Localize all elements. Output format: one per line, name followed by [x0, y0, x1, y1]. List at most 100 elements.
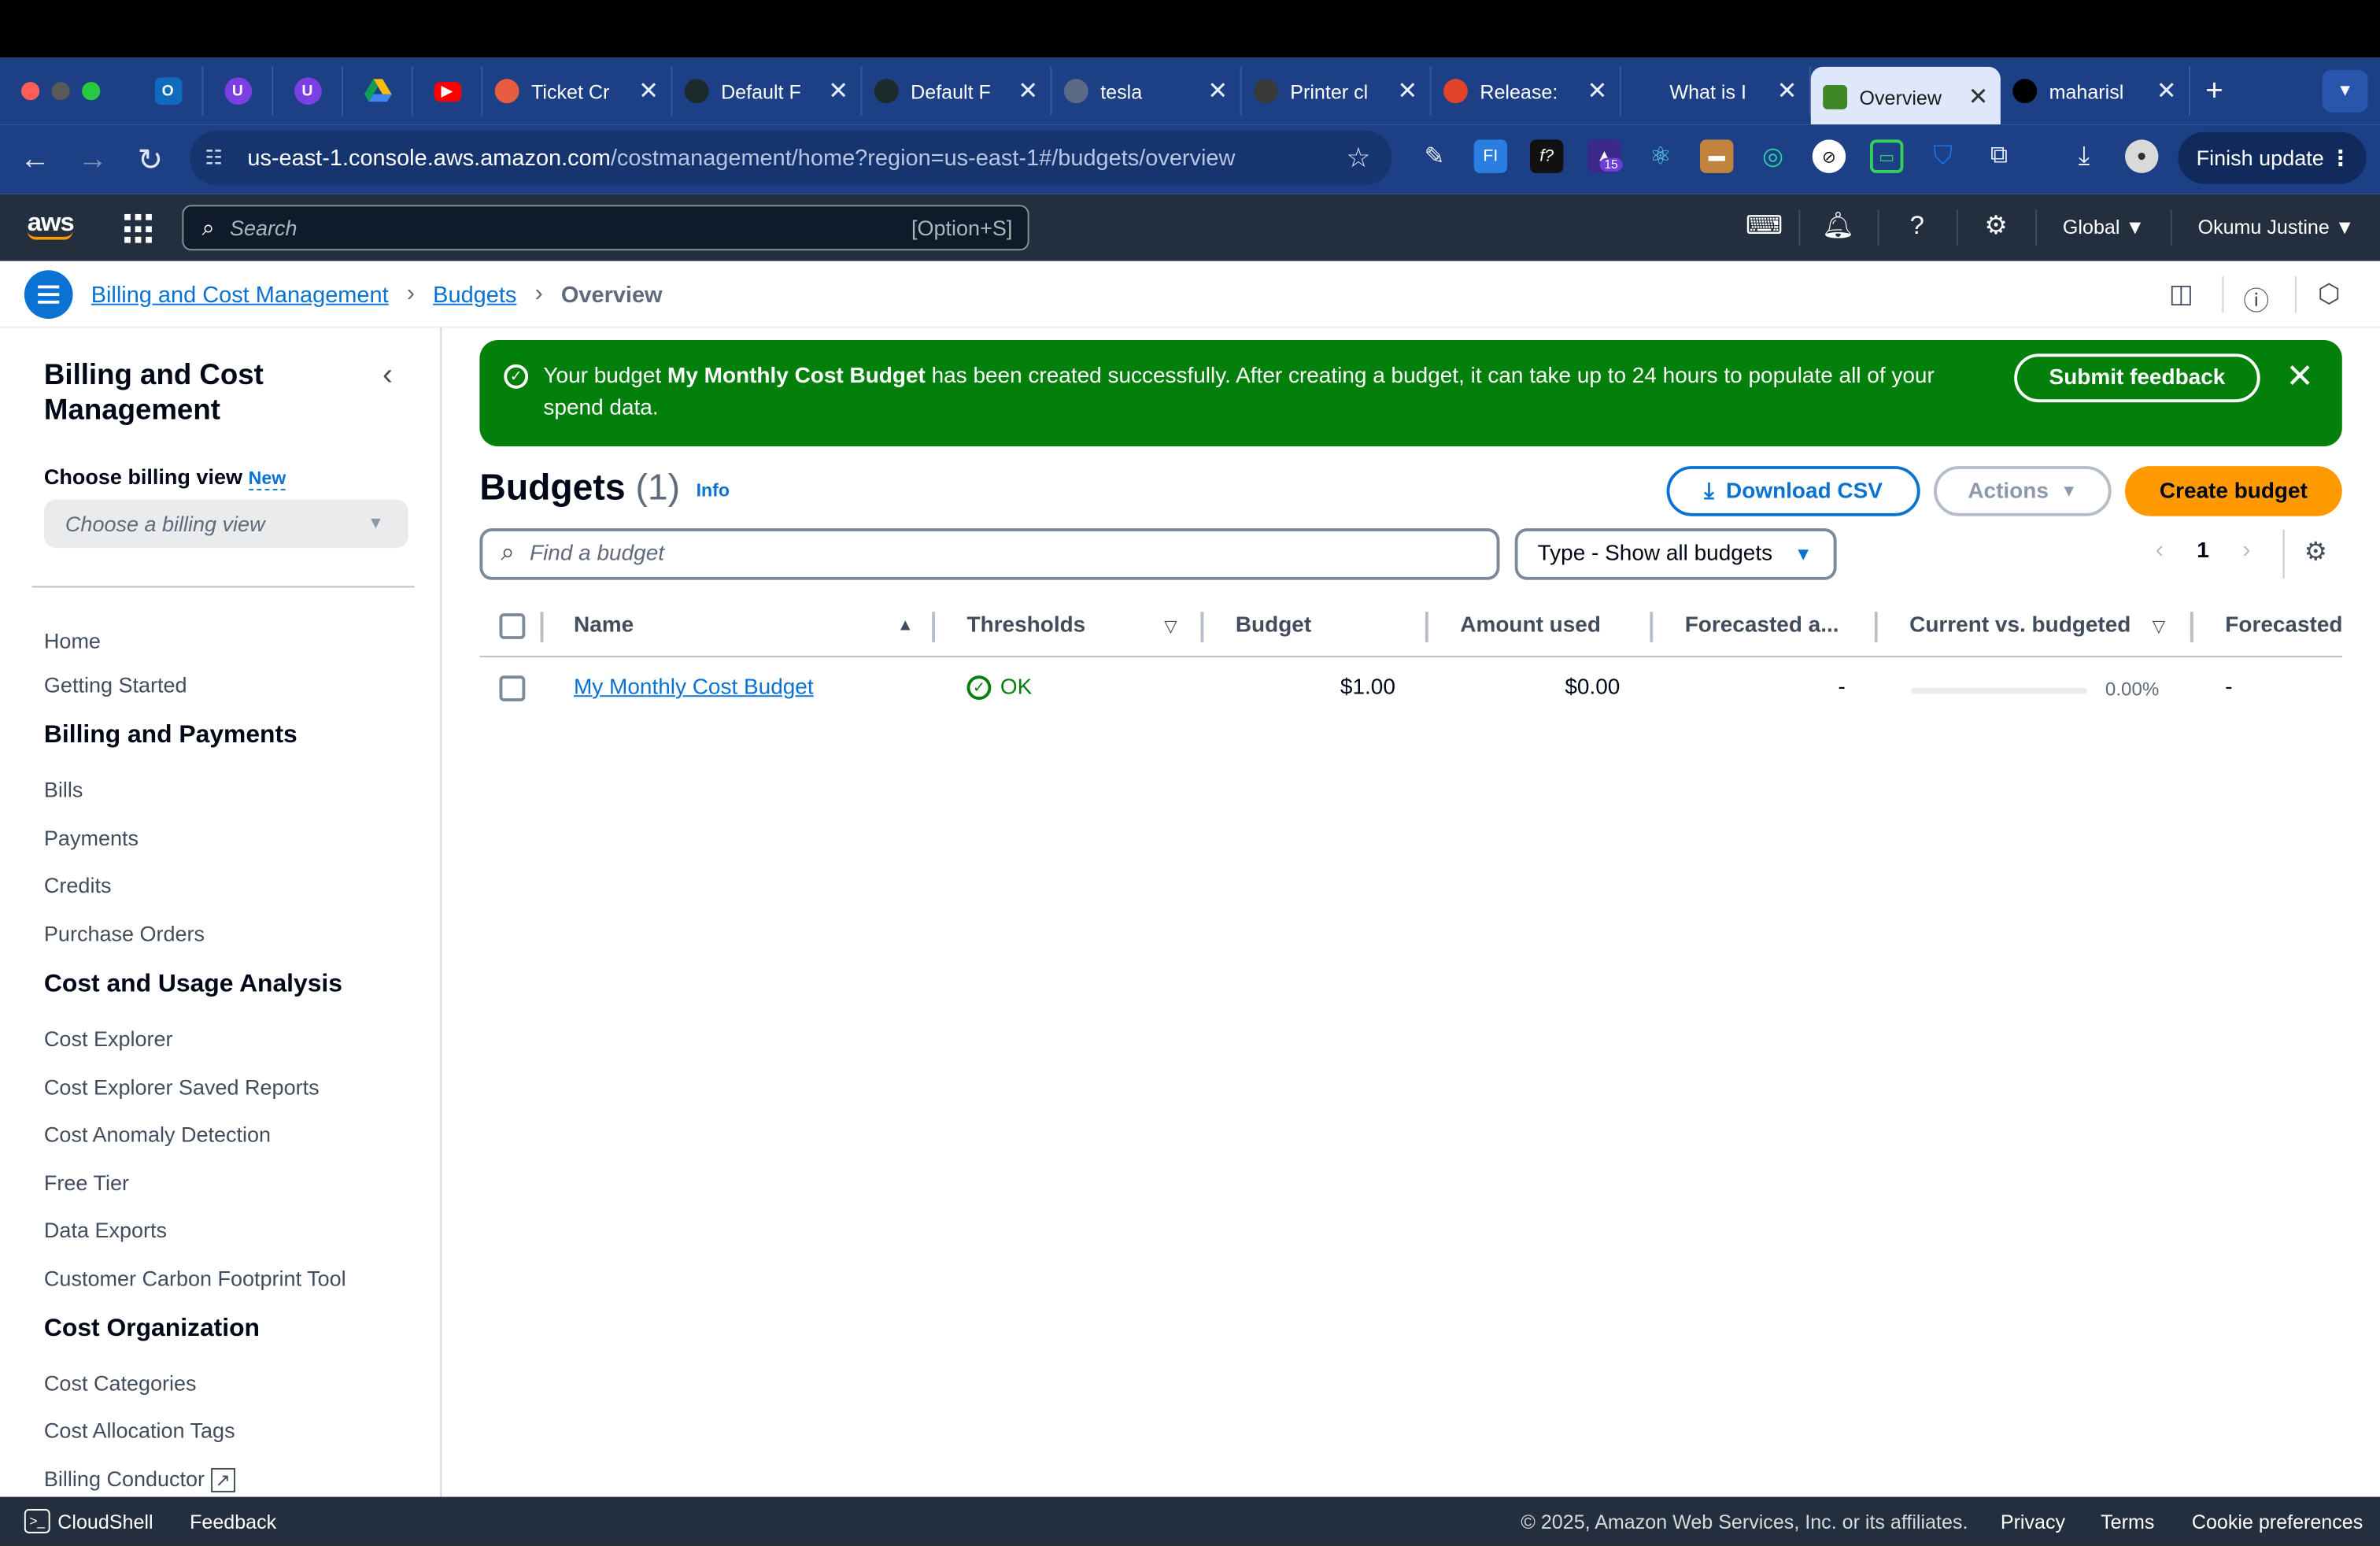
close-icon[interactable]: ✕ [2286, 357, 2314, 396]
previous-page-icon[interactable]: ‹ [2156, 538, 2164, 565]
browser-tab-active[interactable]: Overview ✕ [1810, 66, 2001, 128]
info-panel-icon[interactable]: ⓘ [2243, 279, 2269, 317]
extension-formula-icon[interactable]: f? [1529, 139, 1564, 173]
minimize-window-button[interactable] [51, 82, 70, 101]
sidebar-item-billing-conductor[interactable]: Billing Conductor ↗ [44, 1466, 235, 1492]
close-tab-icon[interactable]: ✕ [1397, 76, 1417, 106]
site-settings-icon[interactable]: ☷ [205, 146, 235, 170]
breadcrumb-budgets[interactable]: Budgets [433, 282, 516, 308]
column-amount-used[interactable]: Amount used [1460, 613, 1601, 638]
sidebar-item-cost-explorer[interactable]: Cost Explorer [44, 1026, 173, 1051]
column-forecasted[interactable]: Forecasted [2225, 613, 2342, 638]
close-tab-icon[interactable]: ✕ [1207, 76, 1228, 106]
close-window-button[interactable] [20, 82, 40, 101]
sidebar-item-cost-categories[interactable]: Cost Categories [44, 1370, 197, 1395]
browser-tab[interactable]: maharisl ✕ [2001, 66, 2190, 116]
account-menu[interactable]: Okumu Justine ▼ [2198, 216, 2355, 239]
close-tab-icon[interactable]: ✕ [2156, 76, 2177, 106]
close-tab-icon[interactable]: ✕ [1018, 76, 1038, 106]
sort-icon[interactable]: ▽ [2153, 616, 2165, 636]
column-forecasted-amount[interactable]: Forecasted a... [1685, 613, 1839, 638]
pinned-tab-outlook[interactable]: O [134, 66, 204, 116]
browser-tab[interactable]: Default F ✕ [672, 66, 863, 116]
new-tab-button[interactable]: + [2205, 74, 2223, 109]
profile-avatar[interactable]: ● [2124, 139, 2159, 173]
aws-search-input[interactable]: ⌕ Search [Option+S] [182, 205, 1029, 251]
sidebar-item-allocation-tags[interactable]: Cost Allocation Tags [44, 1418, 235, 1442]
sidebar-item-getting-started[interactable]: Getting Started [44, 672, 187, 697]
browser-tab[interactable]: Release: ✕ [1432, 66, 1621, 116]
browser-menu-icon[interactable]: ⋮ [2330, 145, 2351, 171]
extension-lock-icon[interactable]: ⊘ [1812, 139, 1846, 173]
close-tab-icon[interactable]: ✕ [638, 76, 659, 106]
sidebar-item-carbon-footprint[interactable]: Customer Carbon Footprint Tool [44, 1266, 346, 1290]
terms-link[interactable]: Terms [2101, 1511, 2154, 1533]
sidebar-item-home[interactable]: Home [44, 628, 101, 653]
find-budget-input[interactable]: ⌕ Find a budget [479, 528, 1500, 580]
aws-logo[interactable]: aws [27, 208, 75, 240]
cloudshell-icon[interactable]: ⌨ [1746, 211, 1783, 242]
create-budget-button[interactable]: Create budget [2124, 466, 2342, 516]
page-number[interactable]: 1 [2197, 539, 2209, 564]
split-panel-icon[interactable]: ◫ [2169, 279, 2193, 310]
table-preferences-gear-icon[interactable]: ⚙ [2304, 538, 2327, 568]
browser-tab[interactable]: tesla ✕ [1051, 66, 1242, 116]
sidebar-section-cost-organization[interactable]: Cost Organization [44, 1315, 260, 1344]
sidebar-item-credits[interactable]: Credits [44, 873, 112, 897]
pinned-tab-2[interactable]: U [273, 66, 343, 116]
column-current-vs-budgeted[interactable]: Current vs. budgeted [1909, 613, 2131, 638]
cloudshell-link[interactable]: CloudShell [57, 1511, 153, 1533]
extensions-puzzle-icon[interactable]: ⧉ [1983, 139, 2016, 172]
close-tab-icon[interactable]: ✕ [1587, 76, 1608, 106]
sort-icon[interactable]: ▽ [1164, 616, 1177, 636]
bookmark-star-icon[interactable]: ☆ [1346, 142, 1370, 173]
notifications-bell-icon[interactable]: 🔔︎ [1821, 211, 1855, 242]
forward-button[interactable]: → [64, 142, 121, 176]
address-bar[interactable]: ☷ us-east-1.console.aws.amazon.com/costm… [190, 130, 1392, 186]
sidebar-item-payments[interactable]: Payments [44, 826, 139, 850]
cloudshell-icon[interactable]: >_ [24, 1508, 50, 1533]
close-tab-icon[interactable]: ✕ [1968, 82, 1989, 113]
eyedropper-icon[interactable]: ✎ [1417, 139, 1451, 172]
region-selector[interactable]: Global ▼ [2063, 216, 2145, 239]
sidebar-item-bills[interactable]: Bills [44, 777, 83, 801]
settings-gear-icon[interactable]: ⚙ [1979, 211, 2012, 242]
finish-update-button[interactable]: Finish update ⋮ [2178, 131, 2367, 184]
pinned-tab-drive[interactable] [343, 66, 413, 116]
column-name[interactable]: Name [574, 613, 634, 638]
new-badge[interactable]: New [248, 467, 286, 490]
sidebar-section-cost-usage[interactable]: Cost and Usage Analysis [44, 970, 342, 999]
privacy-link[interactable]: Privacy [2001, 1511, 2065, 1533]
extension-box-icon[interactable]: ▬ [1699, 139, 1734, 173]
row-checkbox[interactable] [499, 675, 526, 701]
column-thresholds[interactable]: Thresholds [966, 613, 1085, 638]
billing-view-select[interactable]: Choose a billing view ▼ [43, 499, 408, 549]
tab-search-button[interactable]: ▼ [2322, 69, 2368, 113]
browser-tab[interactable]: Printer cl ✕ [1242, 66, 1432, 116]
feedback-link[interactable]: Feedback [190, 1511, 276, 1533]
download-csv-button[interactable]: ⤓ Download CSV [1666, 466, 1920, 516]
services-grid-icon[interactable] [124, 213, 155, 245]
actions-button[interactable]: Actions ▼ [1933, 466, 2112, 516]
pinned-tab-youtube[interactable]: ▶ [413, 66, 483, 116]
breadcrumb-billing[interactable]: Billing and Cost Management [91, 282, 389, 308]
close-tab-icon[interactable]: ✕ [828, 76, 848, 106]
close-tab-icon[interactable]: ✕ [1777, 76, 1798, 106]
info-link[interactable]: Info [697, 479, 730, 501]
reload-button[interactable]: ↻ [121, 140, 179, 178]
sidebar-item-purchase-orders[interactable]: Purchase Orders [44, 922, 205, 946]
sidebar-item-anomaly-detection[interactable]: Cost Anomaly Detection [44, 1122, 271, 1146]
column-budget[interactable]: Budget [1236, 613, 1311, 638]
extension-shield-icon[interactable]: ⛉ [1926, 139, 1959, 172]
zoom-window-button[interactable] [82, 82, 101, 101]
assistant-icon[interactable]: ⬡ [2318, 279, 2341, 310]
menu-hamburger-icon[interactable] [24, 270, 73, 319]
browser-tab[interactable]: Ticket Cr ✕ [482, 66, 673, 116]
extension-monitor-icon[interactable]: ▭ [1869, 139, 1904, 173]
collapse-sidebar-icon[interactable]: ‹ [382, 358, 393, 393]
pinned-tab-1[interactable]: U [203, 66, 274, 116]
sidebar-item-free-tier[interactable]: Free Tier [44, 1171, 129, 1195]
help-icon[interactable]: ? [1901, 211, 1934, 242]
extension-target-icon[interactable]: ◎ [1756, 139, 1789, 172]
sort-ascending-icon[interactable]: ▲ [897, 616, 914, 634]
